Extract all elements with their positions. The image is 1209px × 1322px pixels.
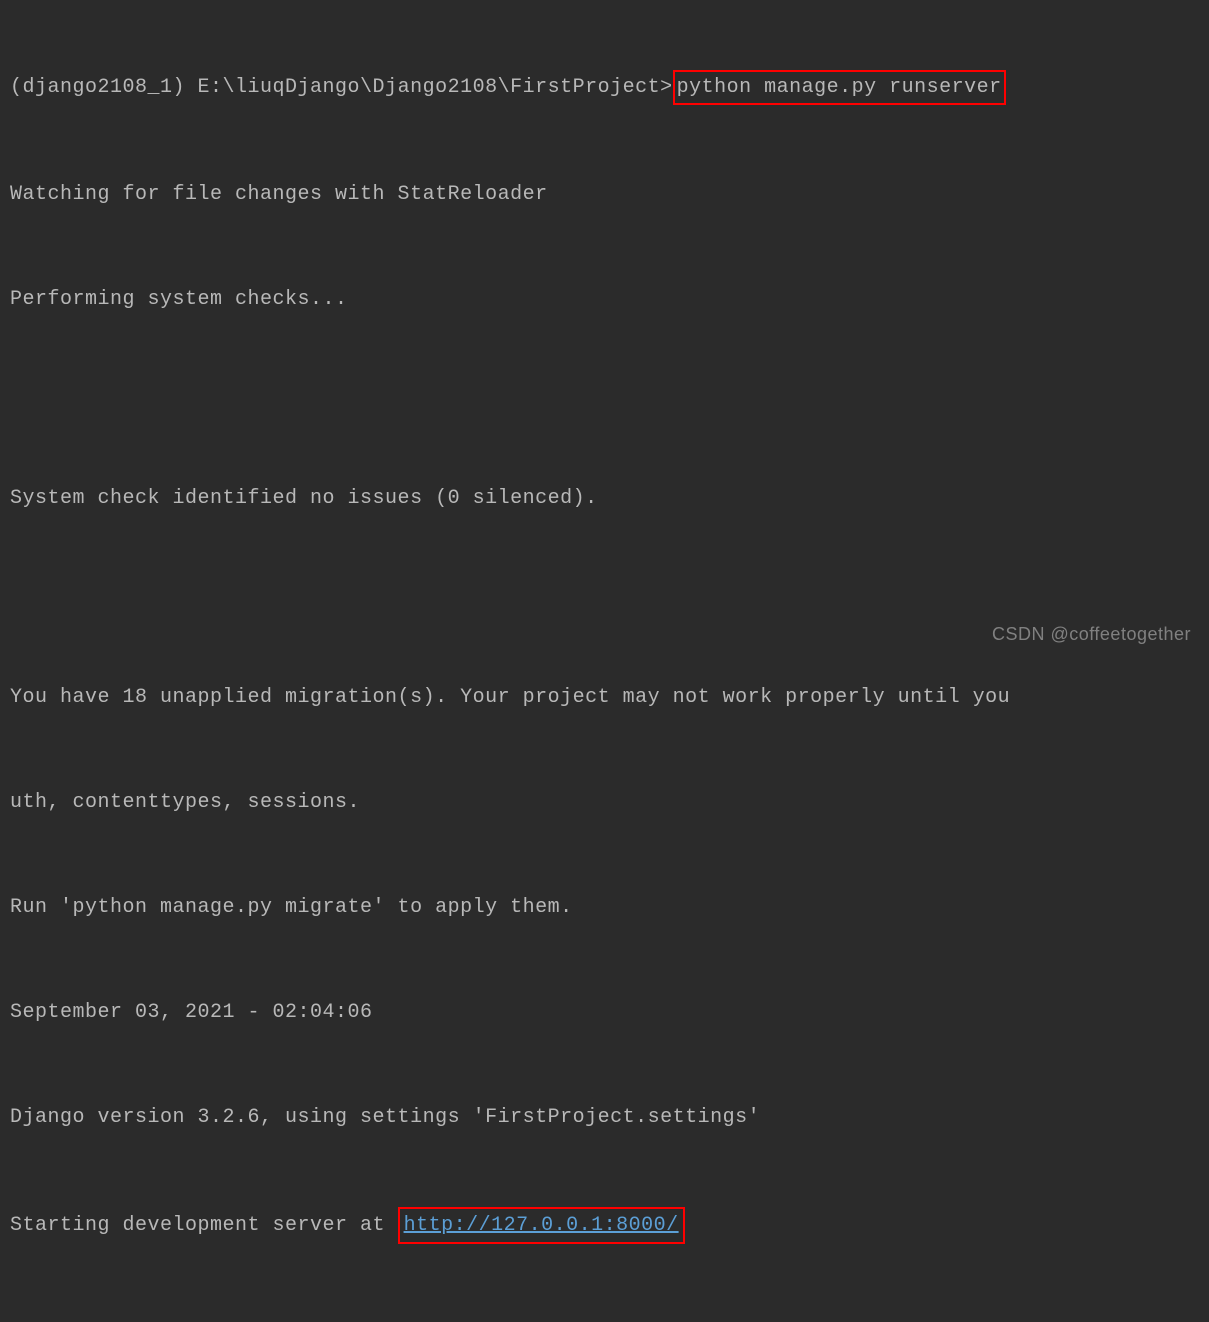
command-highlight: python manage.py runserver <box>673 70 1006 105</box>
output-line: Performing system checks... <box>10 284 1199 315</box>
output-line: September 03, 2021 - 02:04:06 <box>10 997 1199 1028</box>
output-line: You have 18 unapplied migration(s). Your… <box>10 682 1199 713</box>
prompt-path: E:\liuqDjango\Django2108\FirstProject> <box>198 76 673 99</box>
command-text: python manage.py runserver <box>677 76 1002 99</box>
terminal-output: (django2108_1) E:\liuqDjango\Django2108\… <box>10 8 1199 1322</box>
output-line: uth, contenttypes, sessions. <box>10 787 1199 818</box>
output-line: Watching for file changes with StatReloa… <box>10 179 1199 210</box>
prompt-line: (django2108_1) E:\liuqDjango\Django2108\… <box>10 70 1199 105</box>
prompt-env: (django2108_1) <box>10 76 198 99</box>
server-line: Starting development server at http://12… <box>10 1207 1199 1244</box>
output-line: Quit the server with CTRL-BREAK. <box>10 1318 1199 1322</box>
watermark: CSDN @coffeetogether <box>992 621 1191 649</box>
url-highlight: http://127.0.0.1:8000/ <box>398 1207 685 1244</box>
output-line: System check identified no issues (0 sil… <box>10 483 1199 514</box>
output-line: Run 'python manage.py migrate' to apply … <box>10 892 1199 923</box>
output-line: Django version 3.2.6, using settings 'Fi… <box>10 1102 1199 1133</box>
starting-prefix: Starting development server at <box>10 1214 398 1237</box>
server-url-link[interactable]: http://127.0.0.1:8000/ <box>404 1214 679 1237</box>
